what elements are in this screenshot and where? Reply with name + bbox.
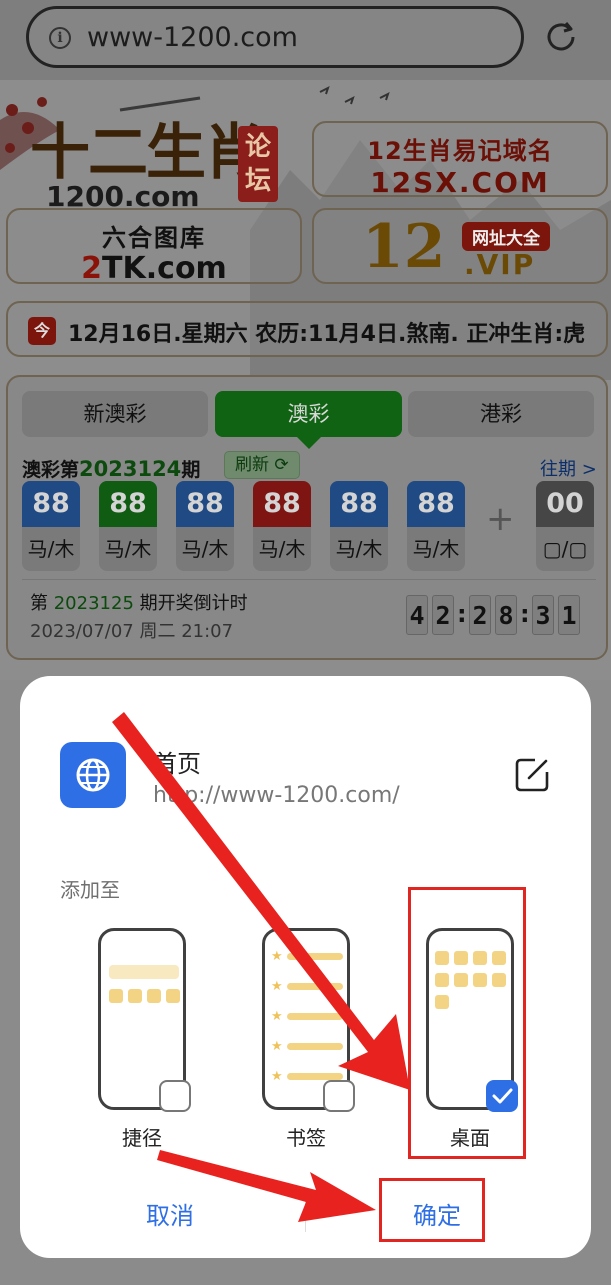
preview-dot xyxy=(166,989,180,1003)
tab-new-macau[interactable]: 新澳彩 xyxy=(22,391,208,437)
ball-label: 马/木 xyxy=(258,537,306,561)
refresh-button[interactable]: 刷新 ⟳ xyxy=(224,451,300,479)
preview-line xyxy=(287,983,343,990)
result-ball: 88 马/木 xyxy=(22,481,80,571)
banner-2tk-rest: TK.com xyxy=(102,251,227,286)
ball-label: 马/木 xyxy=(412,537,460,561)
preview-dot xyxy=(128,989,142,1003)
special-ball-label: ▢/▢ xyxy=(542,537,588,561)
countdown-colon: : xyxy=(520,600,530,628)
info-icon[interactable]: i xyxy=(49,27,71,49)
option-shortcut-label: 捷径 xyxy=(122,1126,162,1150)
banner-2tk-line2: 2TK.com xyxy=(8,251,300,286)
banner-12sx-line2: 12SX.COM xyxy=(370,166,550,199)
ball-number: 88 xyxy=(330,481,388,527)
result-ball: 88 马/木 xyxy=(330,481,388,571)
countdown-colon: : xyxy=(457,600,467,628)
preview-line xyxy=(287,1073,343,1080)
ball-number: 88 xyxy=(99,481,157,527)
banner-12vip-number: 12 xyxy=(362,212,446,282)
countdown-digit: 3 xyxy=(532,595,554,635)
issue-suffix: 期 xyxy=(181,459,201,481)
history-link[interactable]: 往期 > xyxy=(540,455,597,481)
issue-prefix: 澳彩第 xyxy=(22,459,80,481)
ball-label: 马/木 xyxy=(335,537,383,561)
edit-icon[interactable] xyxy=(513,756,551,794)
date-info-bar: 今 12月16日.星期六 农历:11月4日.煞南. 正冲生肖:虎 xyxy=(6,301,608,357)
issue-number: 2023124 xyxy=(79,457,182,481)
ball-label: 马/木 xyxy=(181,537,229,561)
shortcut-title[interactable]: 首页 xyxy=(153,744,201,779)
banner-12vip-tag: 网址大全 xyxy=(462,222,550,251)
banner-2tk-line1: 六合图库 xyxy=(102,224,206,252)
star-icon: ★ xyxy=(271,949,283,964)
cancel-button[interactable]: 取消 xyxy=(146,1196,194,1231)
countdown-suffix: 期开奖倒计时 xyxy=(133,593,248,614)
ball-number: 88 xyxy=(407,481,465,527)
special-ball-number: 00 xyxy=(536,481,594,527)
countdown-issue: 2023125 xyxy=(53,593,134,614)
address-text[interactable]: www-1200.com xyxy=(87,22,298,53)
tab-macau[interactable]: 澳彩 xyxy=(215,391,402,449)
address-bar[interactable]: i www-1200.com xyxy=(26,6,524,68)
countdown-digit: 4 xyxy=(406,595,428,635)
banner-12sx-line1: 12生肖易记域名 xyxy=(367,137,553,165)
bookmark-checkbox[interactable] xyxy=(323,1080,355,1112)
web-page: 十二生肖 1200.com 论坛 12生肖易记域名 12SX.COM 六合图库 … xyxy=(0,80,611,680)
star-icon: ★ xyxy=(271,1009,283,1024)
add-to-label: 添加至 xyxy=(60,878,120,902)
preview-line xyxy=(287,953,343,960)
special-ball: 00 ▢/▢ xyxy=(536,481,594,571)
issue-title: 澳彩第2023124期 xyxy=(22,455,200,482)
globe-icon xyxy=(60,742,126,808)
banner-12vip[interactable]: 12 网址大全 .VIP xyxy=(312,208,608,284)
plus-sign: + xyxy=(486,499,515,539)
ball-number: 88 xyxy=(253,481,311,527)
preview-dot xyxy=(147,989,161,1003)
preview-line xyxy=(287,1043,343,1050)
shortcut-checkbox[interactable] xyxy=(159,1080,191,1112)
highlight-desktop-option xyxy=(408,887,526,1159)
preview-line xyxy=(287,1013,343,1020)
countdown-digit: 1 xyxy=(558,595,580,635)
ball-label: 马/木 xyxy=(104,537,152,561)
ball-label: 马/木 xyxy=(27,537,75,561)
ball-number: 88 xyxy=(22,481,80,527)
calendar-icon: 今 xyxy=(28,317,56,345)
logo-title: 十二生肖 xyxy=(30,118,264,188)
result-ball: 88 马/木 xyxy=(99,481,157,571)
site-logo[interactable]: 十二生肖 1200.com xyxy=(30,118,264,213)
countdown-digit: 2 xyxy=(469,595,491,635)
shortcut-url: http://www-1200.com/ xyxy=(153,783,400,808)
result-ball: 88 马/木 xyxy=(253,481,311,571)
result-ball: 88 马/木 xyxy=(176,481,234,571)
countdown-date: 2023/07/07 周二 21:07 xyxy=(30,621,234,642)
date-text: 12月16日.星期六 农历:11月4日.煞南. 正冲生肖:虎 xyxy=(68,322,586,347)
button-divider xyxy=(305,1198,306,1232)
preview-dot xyxy=(109,989,123,1003)
reload-icon[interactable] xyxy=(544,20,578,54)
highlight-confirm-button xyxy=(379,1178,485,1242)
result-ball: 88 马/木 xyxy=(407,481,465,571)
countdown-digit: 2 xyxy=(432,595,454,635)
countdown-digit: 8 xyxy=(495,595,517,635)
lottery-card: 新澳彩 澳彩 港彩 澳彩第2023124期 刷新 ⟳ 往期 > 88 马/木 8… xyxy=(6,375,608,660)
browser-toolbar: i www-1200.com xyxy=(0,0,611,80)
star-icon: ★ xyxy=(271,979,283,994)
countdown-label: 第 2023125 期开奖倒计时 xyxy=(30,589,248,615)
star-icon: ★ xyxy=(271,1039,283,1054)
countdown-prefix: 第 xyxy=(30,593,54,614)
banner-12sx[interactable]: 12生肖易记域名 12SX.COM xyxy=(312,121,608,199)
tab-hongkong[interactable]: 港彩 xyxy=(408,391,594,437)
banner-2tk-prefix: 2 xyxy=(81,251,103,286)
shortcut-preview-bar xyxy=(109,965,179,979)
banner-2tk[interactable]: 六合图库 2TK.com xyxy=(6,208,302,286)
logo-seal: 论坛 xyxy=(238,126,278,202)
option-bookmark-label: 书签 xyxy=(286,1126,326,1150)
star-icon: ★ xyxy=(271,1069,283,1084)
divider xyxy=(22,579,596,580)
ball-number: 88 xyxy=(176,481,234,527)
banner-12vip-domain: .VIP xyxy=(464,248,536,281)
